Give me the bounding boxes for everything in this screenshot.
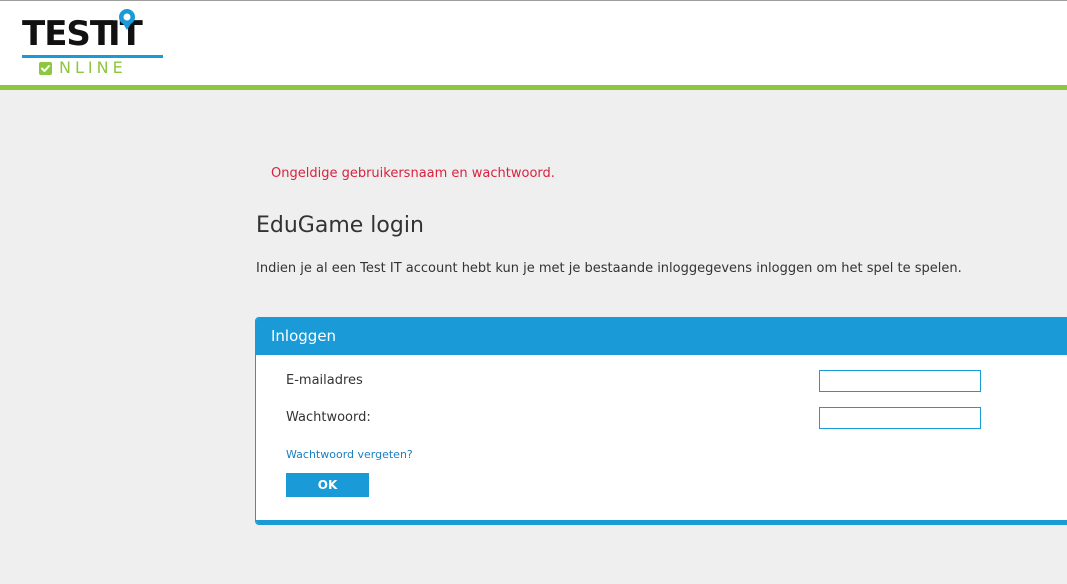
logo-word-test: TEST — [22, 14, 113, 54]
site-header: TEST IT NLINE — [0, 1, 1067, 85]
forgot-password-link[interactable]: Wachtwoord vergeten? — [286, 448, 413, 461]
error-message: Ongeldige gebruikersnaam en wachtwoord. — [271, 166, 555, 181]
password-label: Wachtwoord: — [286, 410, 371, 425]
test-it-online-logo[interactable]: TEST IT NLINE — [22, 9, 164, 77]
login-panel-footer-bar — [256, 520, 1067, 524]
email-field[interactable] — [819, 370, 981, 392]
location-pin-icon — [119, 9, 135, 30]
checkmark-icon — [39, 62, 52, 75]
intro-text: Indien je al een Test IT account hebt ku… — [256, 261, 962, 276]
ok-button[interactable]: OK — [286, 473, 369, 497]
header-accent-bar — [0, 85, 1067, 90]
logo-word-online: NLINE — [59, 58, 127, 77]
login-panel-title: Inloggen — [256, 318, 1067, 355]
email-label: E-mailadres — [286, 373, 363, 388]
password-field[interactable] — [819, 407, 981, 429]
login-panel: Inloggen E-mailadres Wachtwoord: Wachtwo… — [255, 317, 1067, 525]
page-title: EduGame login — [256, 213, 424, 238]
